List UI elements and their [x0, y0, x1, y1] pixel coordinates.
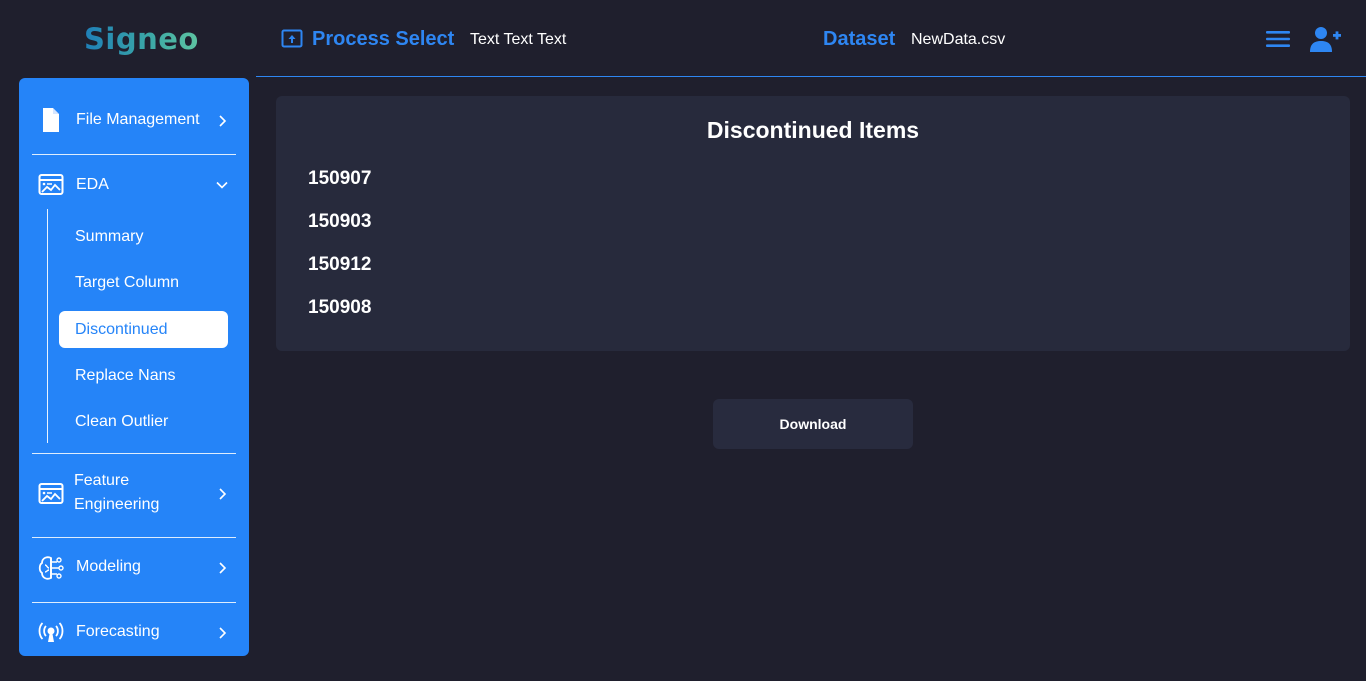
process-select-label[interactable]: Process Select: [312, 28, 454, 51]
chevron-down-icon: [216, 181, 228, 189]
sidebar-divider: [32, 453, 236, 454]
sidebar-subitem-clean-outlier[interactable]: Clean Outlier: [59, 403, 228, 440]
list-item: 150908: [308, 297, 372, 318]
sidebar-item-file-management[interactable]: File Management: [19, 106, 249, 136]
sidebar-item-modeling[interactable]: Modeling: [19, 554, 249, 582]
broadcast-icon: [38, 622, 64, 642]
sidebar-item-label-line1: Feature: [74, 472, 130, 489]
sidebar-divider: [32, 602, 236, 603]
sidebar-divider: [32, 537, 236, 538]
sidebar-subitem-discontinued[interactable]: Discontinued: [59, 311, 228, 348]
dataset-label: Dataset: [823, 28, 896, 50]
sidebar-item-label-line2: Engineering: [74, 496, 160, 513]
chevron-right-icon: [219, 627, 227, 639]
download-button[interactable]: Download: [713, 399, 913, 449]
app-logo[interactable]: Signeo: [84, 22, 199, 56]
sidebar-item-label: EDA: [76, 176, 109, 193]
list-item: 150903: [308, 211, 372, 232]
file-icon: [43, 108, 59, 132]
submenu-guide-line: [47, 209, 48, 443]
sidebar-subitem-replace-nans[interactable]: Replace Nans: [59, 357, 228, 394]
chevron-right-icon: [219, 562, 227, 574]
header-divider: [256, 76, 1366, 77]
chart-board-icon: [38, 483, 64, 504]
chevron-right-icon: [219, 115, 227, 127]
chart-board-icon: [38, 174, 64, 195]
sidebar-item-label: File Management: [76, 111, 200, 128]
process-select-value: Text Text Text: [470, 31, 567, 48]
list-item: 150912: [308, 254, 372, 275]
dataset-value: NewData.csv: [911, 31, 1006, 48]
list-item: 150907: [308, 168, 372, 189]
chevron-right-icon: [219, 488, 227, 500]
top-bar: Signeo Process Select Text Text Text Dat…: [0, 0, 1366, 78]
discontinued-items-list: 150907 150903 150912 150908: [308, 168, 371, 340]
upload-box-icon[interactable]: [281, 29, 303, 49]
brain-circuit-icon: [38, 556, 64, 580]
sidebar-item-eda[interactable]: EDA: [19, 172, 249, 198]
sidebar-item-label: Forecasting: [76, 623, 160, 640]
sidebar-subitem-summary[interactable]: Summary: [59, 218, 228, 255]
hamburger-menu-icon[interactable]: [1265, 28, 1291, 50]
sidebar-item-label: Modeling: [76, 558, 141, 575]
add-user-icon[interactable]: [1310, 25, 1342, 53]
discontinued-items-panel: Discontinued Items 150907 150903 150912 …: [276, 96, 1350, 351]
sidebar-subitem-target-column[interactable]: Target Column: [59, 264, 228, 301]
panel-title: Discontinued Items: [706, 117, 920, 143]
sidebar: File Management EDA Summary Target Colum…: [19, 78, 249, 656]
sidebar-item-forecasting[interactable]: Forecasting: [19, 620, 249, 646]
sidebar-divider: [32, 154, 236, 155]
sidebar-item-feature-engineering[interactable]: Feature Engineering: [19, 469, 249, 519]
